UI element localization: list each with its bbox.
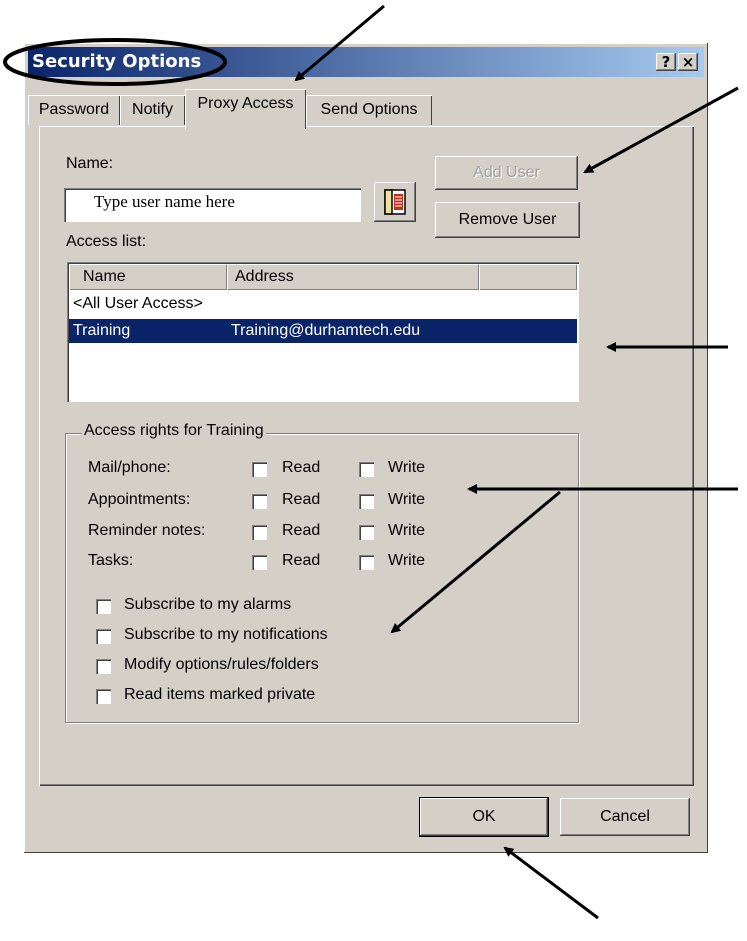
list-item[interactable]: <All User Access> bbox=[69, 292, 577, 316]
user-name-input[interactable]: Type user name here bbox=[64, 188, 361, 222]
list-item-selected[interactable]: Training Training@durhamtech.edu bbox=[69, 319, 577, 343]
appointments-read-label: Read bbox=[282, 491, 321, 508]
list-item-address: Training@durhamtech.edu bbox=[231, 322, 421, 339]
appointments-write-checkbox[interactable] bbox=[359, 494, 374, 509]
column-header-address-label: Address bbox=[235, 268, 294, 285]
tab-password[interactable]: Password bbox=[28, 95, 120, 125]
tab-send-options[interactable]: Send Options bbox=[306, 95, 432, 125]
help-button[interactable]: ? bbox=[656, 53, 676, 71]
address-book-icon bbox=[384, 189, 406, 215]
reminder-read-checkbox[interactable] bbox=[252, 525, 267, 540]
tasks-write-label: Write bbox=[388, 552, 426, 569]
dialog-title: Security Options bbox=[32, 51, 202, 72]
rights-item-appointments: Appointments: bbox=[88, 491, 191, 508]
add-user-button[interactable]: Add User bbox=[435, 156, 578, 190]
subscribe-alarms-checkbox[interactable] bbox=[96, 599, 111, 614]
rights-item-mail-phone: Mail/phone: bbox=[88, 459, 171, 476]
list-item-name: Training bbox=[73, 322, 131, 339]
mail-write-checkbox[interactable] bbox=[359, 462, 374, 477]
read-private-checkbox[interactable] bbox=[96, 689, 111, 704]
read-private-label: Read items marked private bbox=[124, 686, 316, 703]
ok-button[interactable]: OK bbox=[420, 798, 548, 836]
reminder-write-label: Write bbox=[388, 522, 426, 539]
column-header-address[interactable]: Address bbox=[227, 264, 479, 290]
column-header-empty bbox=[479, 264, 577, 290]
security-options-dialog: Security Options ? × Password Notify Pro… bbox=[24, 43, 708, 853]
appointments-read-checkbox[interactable] bbox=[252, 494, 267, 509]
arrow-to-ok bbox=[503, 846, 599, 920]
subscribe-notifications-label: Subscribe to my notifications bbox=[124, 626, 328, 643]
tab-proxy-access[interactable]: Proxy Access bbox=[185, 89, 306, 129]
cancel-button[interactable]: Cancel bbox=[560, 798, 690, 836]
name-label: Name: bbox=[66, 155, 114, 172]
access-list-label: Access list: bbox=[66, 233, 147, 250]
modify-options-label: Modify options/rules/folders bbox=[124, 656, 319, 673]
mail-write-label: Write bbox=[388, 459, 426, 476]
access-rights-group: Access rights for Training Mail/phone: A… bbox=[65, 422, 579, 723]
column-header-name[interactable]: Name bbox=[69, 264, 227, 290]
modify-options-checkbox[interactable] bbox=[96, 659, 111, 674]
access-rights-group-title: Access rights for Training bbox=[82, 422, 266, 440]
subscribe-alarms-label: Subscribe to my alarms bbox=[124, 596, 292, 613]
reminder-write-checkbox[interactable] bbox=[359, 525, 374, 540]
column-header-name-label: Name bbox=[83, 268, 126, 285]
reminder-read-label: Read bbox=[282, 522, 321, 539]
tasks-read-checkbox[interactable] bbox=[252, 555, 267, 570]
title-bar[interactable]: Security Options ? × bbox=[28, 47, 704, 77]
tasks-write-checkbox[interactable] bbox=[359, 555, 374, 570]
user-name-input-value: Type user name here bbox=[94, 192, 235, 211]
subscribe-notifications-checkbox[interactable] bbox=[96, 629, 111, 644]
access-list[interactable]: Name Address <All User Access> Training … bbox=[67, 262, 579, 402]
appointments-write-label: Write bbox=[388, 491, 426, 508]
close-button[interactable]: × bbox=[678, 53, 698, 71]
rights-item-tasks: Tasks: bbox=[88, 552, 134, 569]
list-item-name: <All User Access> bbox=[73, 295, 203, 312]
tasks-read-label: Read bbox=[282, 552, 321, 569]
rights-item-reminder-notes: Reminder notes: bbox=[88, 522, 206, 539]
tab-notify[interactable]: Notify bbox=[120, 95, 185, 125]
mail-read-label: Read bbox=[282, 459, 321, 476]
address-book-button[interactable] bbox=[374, 182, 416, 222]
mail-read-checkbox[interactable] bbox=[252, 462, 267, 477]
remove-user-button[interactable]: Remove User bbox=[435, 202, 580, 238]
